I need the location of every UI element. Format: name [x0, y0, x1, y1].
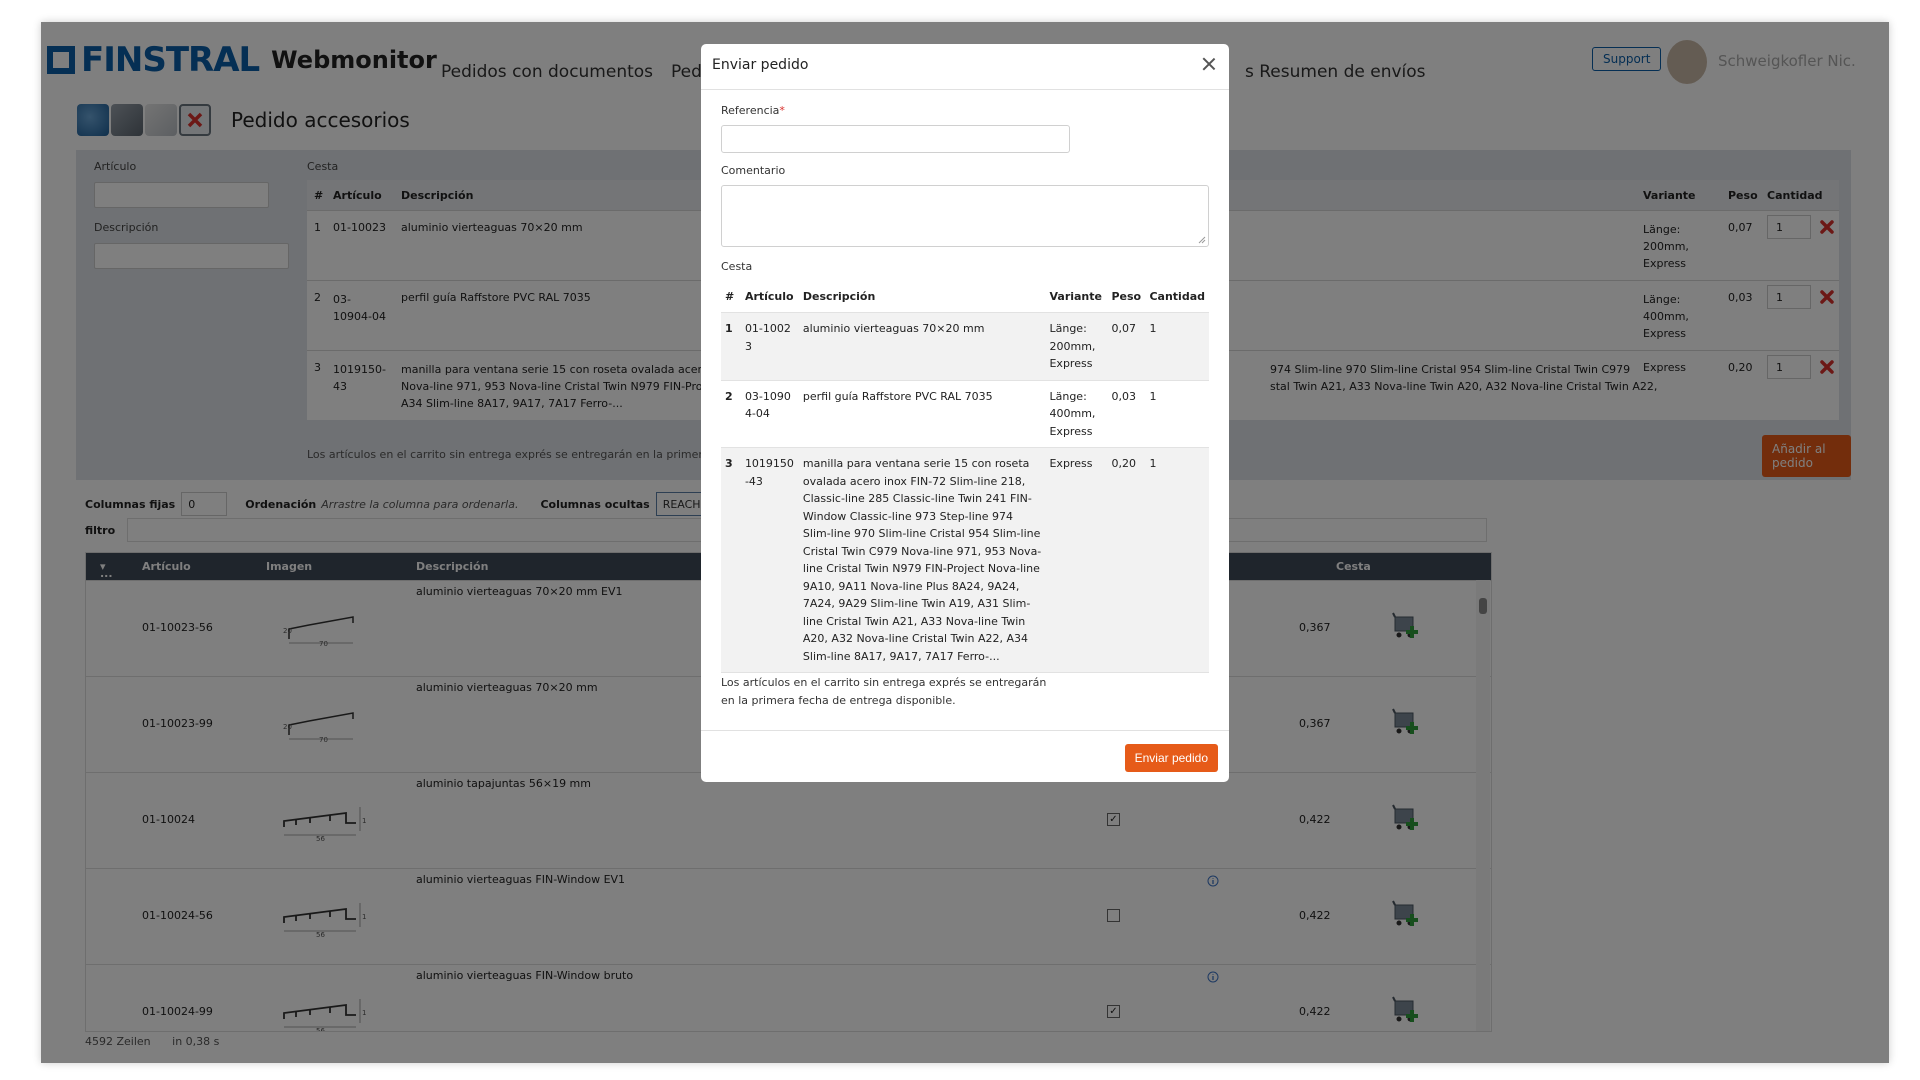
comentario-textarea[interactable]	[721, 185, 1209, 247]
col-articulo: Artículo	[740, 281, 799, 313]
table-row: 1 01-10023 aluminio vierteaguas 70×20 mm…	[721, 312, 1209, 381]
dialog-title: Enviar pedido	[712, 57, 809, 73]
required-mark: *	[779, 104, 785, 117]
table-row: 3 1019150-43 manilla para ventana serie …	[721, 447, 1209, 673]
referencia-label-text: Referencia	[721, 104, 780, 117]
cesta-label: Cesta	[721, 260, 753, 273]
referencia-label: Referencia*	[721, 104, 785, 117]
col-num: #	[721, 281, 741, 313]
cart-summary-header: # Artículo Descripción Variante Peso Can…	[721, 281, 1209, 313]
row-cantidad: 1	[1145, 380, 1209, 448]
row-descripcion: aluminio vierteaguas 70×20 mm	[798, 312, 1046, 381]
row-peso: 0,20	[1107, 447, 1146, 673]
row-articulo: 03-10904-04	[740, 380, 799, 448]
row-cantidad: 1	[1145, 447, 1209, 673]
col-cantidad: Cantidad	[1145, 281, 1209, 313]
send-order-button[interactable]: Enviar pedido	[1124, 744, 1218, 772]
row-articulo: 01-10023	[740, 312, 799, 381]
row-variante: Express	[1045, 447, 1108, 673]
resize-handle-icon[interactable]	[1198, 236, 1206, 244]
row-num: 1	[721, 312, 741, 381]
row-variante: Länge: 400mm, Express	[1045, 380, 1108, 448]
row-peso: 0,07	[1107, 312, 1146, 381]
col-descripcion: Descripción	[798, 281, 1046, 313]
row-variante: Länge: 200mm, Express	[1045, 312, 1108, 381]
cart-summary-table: # Artículo Descripción Variante Peso Can…	[721, 281, 1209, 673]
delivery-note: Los artículos en el carrito sin entrega …	[721, 676, 1047, 707]
send-order-dialog: Enviar pedido Referencia* Comentario Ces…	[701, 44, 1229, 782]
app: FINSTRAL Webmonitor Pedidos con document…	[41, 22, 1889, 1063]
row-peso: 0,03	[1107, 380, 1146, 448]
browser-frame: FINSTRAL Webmonitor Pedidos con document…	[41, 22, 1889, 1063]
row-num: 3	[721, 447, 741, 673]
referencia-input[interactable]	[721, 125, 1070, 153]
dialog-footer: Enviar pedido	[701, 730, 1229, 782]
row-descripcion: manilla para ventana serie 15 con roseta…	[798, 447, 1046, 673]
row-num: 2	[721, 380, 741, 448]
comentario-label: Comentario	[721, 164, 786, 177]
row-articulo: 1019150-43	[740, 447, 799, 673]
col-variante: Variante	[1045, 281, 1108, 313]
row-cantidad: 1	[1145, 312, 1209, 381]
table-row: 2 03-10904-04 perfil guía Raffstore PVC …	[721, 380, 1209, 448]
close-icon[interactable]	[1199, 54, 1219, 74]
dialog-header: Enviar pedido	[701, 44, 1229, 90]
row-descripcion: perfil guía Raffstore PVC RAL 7035	[798, 380, 1046, 448]
col-peso: Peso	[1107, 281, 1146, 313]
